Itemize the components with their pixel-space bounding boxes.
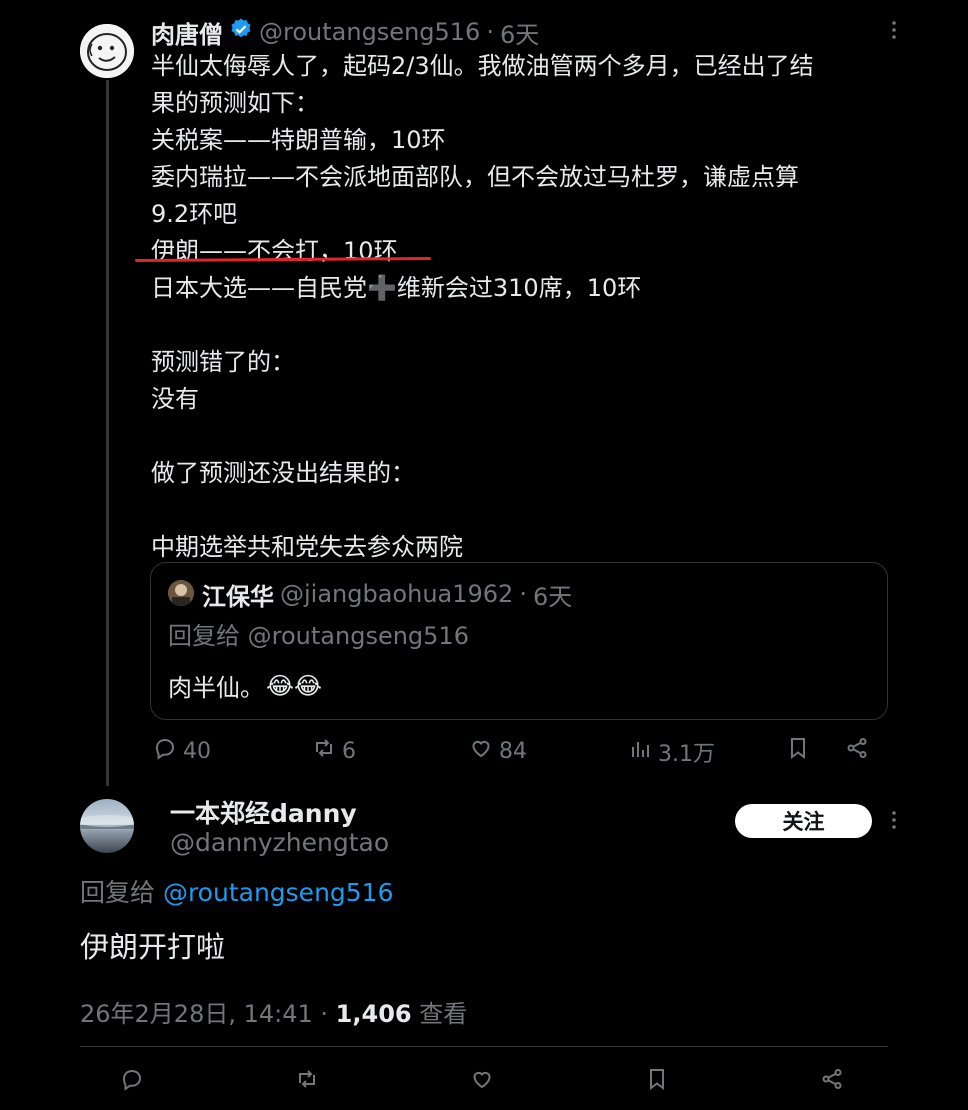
author-name[interactable]: 肉唐僧 bbox=[151, 15, 223, 50]
reply-to-handle: @routangseng516 bbox=[247, 622, 469, 650]
bookmark-icon[interactable] bbox=[645, 1067, 669, 1091]
quoted-author-handle[interactable]: @jiangbaohua1962 bbox=[280, 580, 513, 608]
reply-prefix: 回复给 bbox=[168, 622, 248, 650]
retweet-count: 6 bbox=[342, 738, 356, 764]
more-icon[interactable] bbox=[886, 808, 902, 838]
quoted-tweet-text: 肉半仙。 😂😂 bbox=[168, 668, 322, 703]
follow-button[interactable]: 关注 bbox=[735, 804, 872, 838]
thread-line bbox=[106, 80, 109, 786]
bookmark-icon[interactable] bbox=[786, 736, 810, 760]
views-icon bbox=[628, 737, 652, 767]
like-count: 84 bbox=[499, 738, 527, 764]
views-label: 查看 bbox=[411, 1000, 468, 1028]
retweet-action[interactable]: 6 bbox=[312, 736, 356, 766]
like-icon[interactable] bbox=[470, 1067, 494, 1091]
quoted-text: 肉半仙。 bbox=[168, 674, 264, 702]
quoted-tweet-header: 江保华 @jiangbaohua1962 · 6天 bbox=[202, 576, 572, 612]
retweet-icon bbox=[312, 736, 336, 766]
reply-author-handle[interactable]: @dannyzhengtao bbox=[170, 828, 389, 857]
retweet-icon[interactable] bbox=[295, 1067, 319, 1091]
tweet-time[interactable]: 6天 bbox=[500, 15, 539, 50]
views-action[interactable]: 3.1万 bbox=[628, 736, 715, 768]
share-icon[interactable] bbox=[845, 736, 869, 760]
reply-icon[interactable] bbox=[120, 1067, 144, 1091]
separator-dot: · bbox=[312, 1000, 336, 1028]
quoted-reply-to: 回复给 @routangseng516 bbox=[168, 616, 469, 651]
quoted-author-avatar[interactable] bbox=[168, 580, 194, 606]
author-handle[interactable]: @routangseng516 bbox=[259, 18, 480, 46]
separator-dot: · bbox=[519, 580, 527, 608]
separator-dot: · bbox=[486, 18, 494, 46]
view-count: 3.1万 bbox=[658, 742, 715, 767]
reply-prefix: 回复给 bbox=[80, 878, 163, 907]
like-action[interactable]: 84 bbox=[469, 736, 527, 766]
reply-icon bbox=[153, 736, 177, 766]
reply-text: 伊朗开打啦 bbox=[80, 930, 226, 964]
more-icon[interactable] bbox=[886, 18, 902, 48]
verified-badge-icon bbox=[229, 17, 253, 47]
reply-count: 40 bbox=[183, 738, 211, 764]
author-avatar[interactable] bbox=[80, 24, 134, 78]
reply-to-link[interactable]: @routangseng516 bbox=[163, 878, 394, 907]
reply-view-count: 1,406 bbox=[335, 1000, 412, 1028]
tweet-text: 半仙太侮辱人了，起码2/3仙。我做油管两个多月，已经出了结 果的预测如下： 关税… bbox=[151, 52, 814, 561]
reply-timestamp[interactable]: 26年2月28日, 14:41 bbox=[80, 1000, 313, 1028]
reply-meta: 26年2月28日, 14:41 · 1,406 查看 bbox=[80, 994, 467, 1029]
quoted-author-name[interactable]: 江保华 bbox=[202, 577, 274, 612]
reply-author-name[interactable]: 一本郑经danny bbox=[170, 794, 357, 830]
tweet-header: 肉唐僧 @routangseng516 · 6天 bbox=[151, 14, 539, 50]
reply-action[interactable]: 40 bbox=[153, 736, 211, 766]
like-icon bbox=[469, 736, 493, 766]
laughing-emoji: 😂😂 bbox=[266, 671, 323, 700]
reply-to-line: 回复给 @routangseng516 bbox=[80, 873, 394, 909]
share-icon[interactable] bbox=[820, 1067, 844, 1091]
divider bbox=[80, 1046, 888, 1047]
quoted-tweet-time[interactable]: 6天 bbox=[533, 577, 572, 612]
reply-author-avatar[interactable] bbox=[80, 799, 134, 853]
